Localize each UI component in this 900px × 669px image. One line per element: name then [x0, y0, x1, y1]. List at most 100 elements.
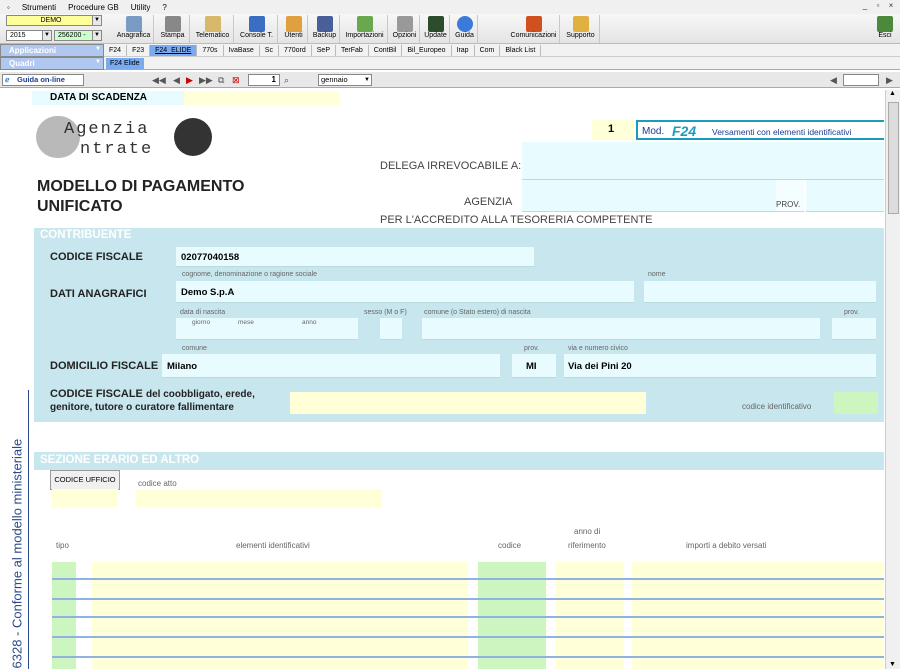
republic-emblem-icon [174, 118, 212, 156]
minimize-icon[interactable]: _ [860, 1, 870, 11]
scroll-up-icon[interactable]: ▲ [889, 90, 896, 97]
year-select[interactable]: 2015 ▼ [6, 30, 52, 41]
chevron-down-icon[interactable]: ▼ [42, 31, 51, 40]
delete-icon[interactable]: ⊠ [232, 74, 240, 86]
next-page-icon[interactable]: ▶ [186, 74, 193, 86]
registry-icon [125, 16, 142, 32]
provincia-input[interactable]: MI [512, 354, 556, 378]
quadri-select[interactable]: Quadri ▼ [0, 57, 104, 70]
last-page-icon[interactable]: ▶▶ [199, 74, 213, 86]
esci-button[interactable]: Esci [872, 15, 898, 43]
sesso-input[interactable] [380, 318, 402, 340]
exit-icon [877, 16, 893, 32]
menu-bar: ◦ Strumenti Procedure GB Utility ? _ ▫ × [0, 0, 900, 14]
scroll-right-icon[interactable]: ▶ [886, 74, 893, 86]
chevron-down-icon[interactable]: ▼ [92, 31, 101, 40]
menu-help[interactable]: ? [161, 3, 167, 12]
tab-f24-elide[interactable]: F24_ELIDE [150, 44, 198, 56]
tab-f24[interactable]: F24 [104, 44, 128, 56]
users-icon [285, 16, 302, 32]
tab-f23[interactable]: F23 [127, 44, 151, 56]
menu-utility[interactable]: Utility [130, 3, 152, 12]
guida-online-button[interactable]: ℯ Guida on-line [2, 74, 84, 86]
tab-bil-europeo[interactable]: Bil_Europeo [402, 44, 452, 56]
chevron-down-icon[interactable]: ▼ [364, 75, 370, 85]
side-vertical-text: 6328 - Conforme al modello ministeriale [9, 438, 25, 669]
codice-ufficio-input[interactable] [52, 489, 118, 507]
search-page-icon[interactable]: ⌕ [284, 74, 289, 86]
tab-black-list[interactable]: Black List [500, 44, 542, 56]
tab-770s[interactable]: 770s [197, 44, 224, 56]
chevron-down-icon[interactable]: ▼ [95, 59, 101, 65]
tab-770ord[interactable]: 770ord [279, 44, 312, 56]
scadenza-input[interactable] [184, 91, 339, 105]
codice-atto-input[interactable] [136, 489, 382, 507]
subtab-f24-elide[interactable]: F24 Elide [106, 58, 144, 69]
first-page-icon[interactable]: ◀◀ [152, 74, 166, 86]
page-number-input[interactable]: 1 [248, 74, 280, 86]
tab-sep[interactable]: SeP [312, 44, 336, 56]
coobbligato-cf-input[interactable] [290, 392, 646, 414]
agenzia-prov-input[interactable] [806, 180, 884, 212]
side-divider [28, 390, 29, 669]
codice-identificativo-input[interactable] [834, 392, 878, 414]
supporto-button[interactable]: Supporto [562, 15, 600, 43]
prov-nascita-input[interactable] [832, 318, 876, 340]
data-nascita-input[interactable]: giorno mese anno [176, 318, 358, 340]
codice-ufficio-button[interactable]: CODICE UFFICIO [50, 470, 120, 490]
close-icon[interactable]: × [886, 1, 896, 11]
menu-strumenti[interactable]: Strumenti [21, 3, 57, 12]
subtabs: F24 Elide [104, 57, 900, 70]
tab-com[interactable]: Com [475, 44, 501, 56]
support-icon [572, 16, 589, 32]
applicazioni-select[interactable]: Applicazioni ▼ [0, 44, 104, 57]
opzioni-button[interactable]: Opzioni [390, 15, 420, 43]
help-icon [456, 16, 473, 32]
tab-terfab[interactable]: TerFab [336, 44, 369, 56]
month-select[interactable]: gennaio ▼ [318, 74, 372, 86]
vertical-scrollbar[interactable]: ▲ ▼ [885, 90, 900, 669]
tab-sc[interactable]: Sc [260, 44, 279, 56]
tab-contbil[interactable]: ContBil [369, 44, 403, 56]
page-number-box: 1 [592, 120, 634, 140]
update-button[interactable]: Update [422, 15, 450, 43]
guida-button[interactable]: Guida [452, 15, 478, 43]
prev-page-icon[interactable]: ◀ [173, 74, 180, 86]
chevron-down-icon[interactable]: ▼ [92, 16, 101, 25]
restore-icon[interactable]: ▫ [873, 1, 883, 11]
utenti-button[interactable]: Utenti [280, 15, 308, 43]
menu-icon[interactable]: ◦ [6, 3, 11, 12]
table-row [52, 616, 884, 618]
company-select[interactable]: DEMO ▼ [6, 15, 102, 26]
import-icon [356, 16, 373, 32]
tab-irap[interactable]: Irap [452, 44, 475, 56]
comunicazioni-button[interactable]: Comunicazioni [508, 15, 560, 43]
console-icon [248, 16, 265, 32]
menu-procedure[interactable]: Procedure GB [67, 3, 120, 12]
importazioni-button[interactable]: Importazioni [342, 15, 388, 43]
stampa-button[interactable]: Stampa [156, 15, 190, 43]
copy-icon[interactable]: ⧉ [218, 74, 224, 86]
agenzia-input[interactable] [522, 180, 776, 212]
scrollbar-thumb[interactable] [888, 102, 899, 214]
console-button[interactable]: Console T. [236, 15, 278, 43]
backup-button[interactable]: Backup [310, 15, 340, 43]
code-select[interactable]: 256200 - ▼ [54, 30, 102, 41]
comune-input[interactable]: Milano [162, 354, 500, 378]
nome-input[interactable] [644, 281, 876, 303]
delega-input[interactable] [522, 142, 884, 180]
chevron-down-icon[interactable]: ▼ [95, 46, 101, 52]
telematico-button[interactable]: Telematico [192, 15, 234, 43]
via-input[interactable]: Via dei Pini 20 [564, 354, 876, 378]
f24-form: DATA DI SCADENZA Agenzia ntrate 1 Mod. F… [4, 90, 884, 669]
anagrafica-button[interactable]: Anagrafica [114, 15, 154, 43]
codice-fiscale-input[interactable]: 02077040158 [176, 247, 534, 267]
scroll-left-icon[interactable]: ◀ [830, 74, 837, 86]
scroll-down-icon[interactable]: ▼ [889, 661, 896, 668]
ragione-sociale-input[interactable]: Demo S.p.A [176, 281, 634, 303]
horizontal-position-input[interactable] [843, 74, 879, 86]
tab-ivabase[interactable]: IvaBase [224, 44, 260, 56]
comune-nascita-input[interactable] [422, 318, 820, 340]
sezione-erario-header: SEZIONE ERARIO ED ALTRO [34, 452, 884, 470]
printer-icon [164, 16, 181, 32]
